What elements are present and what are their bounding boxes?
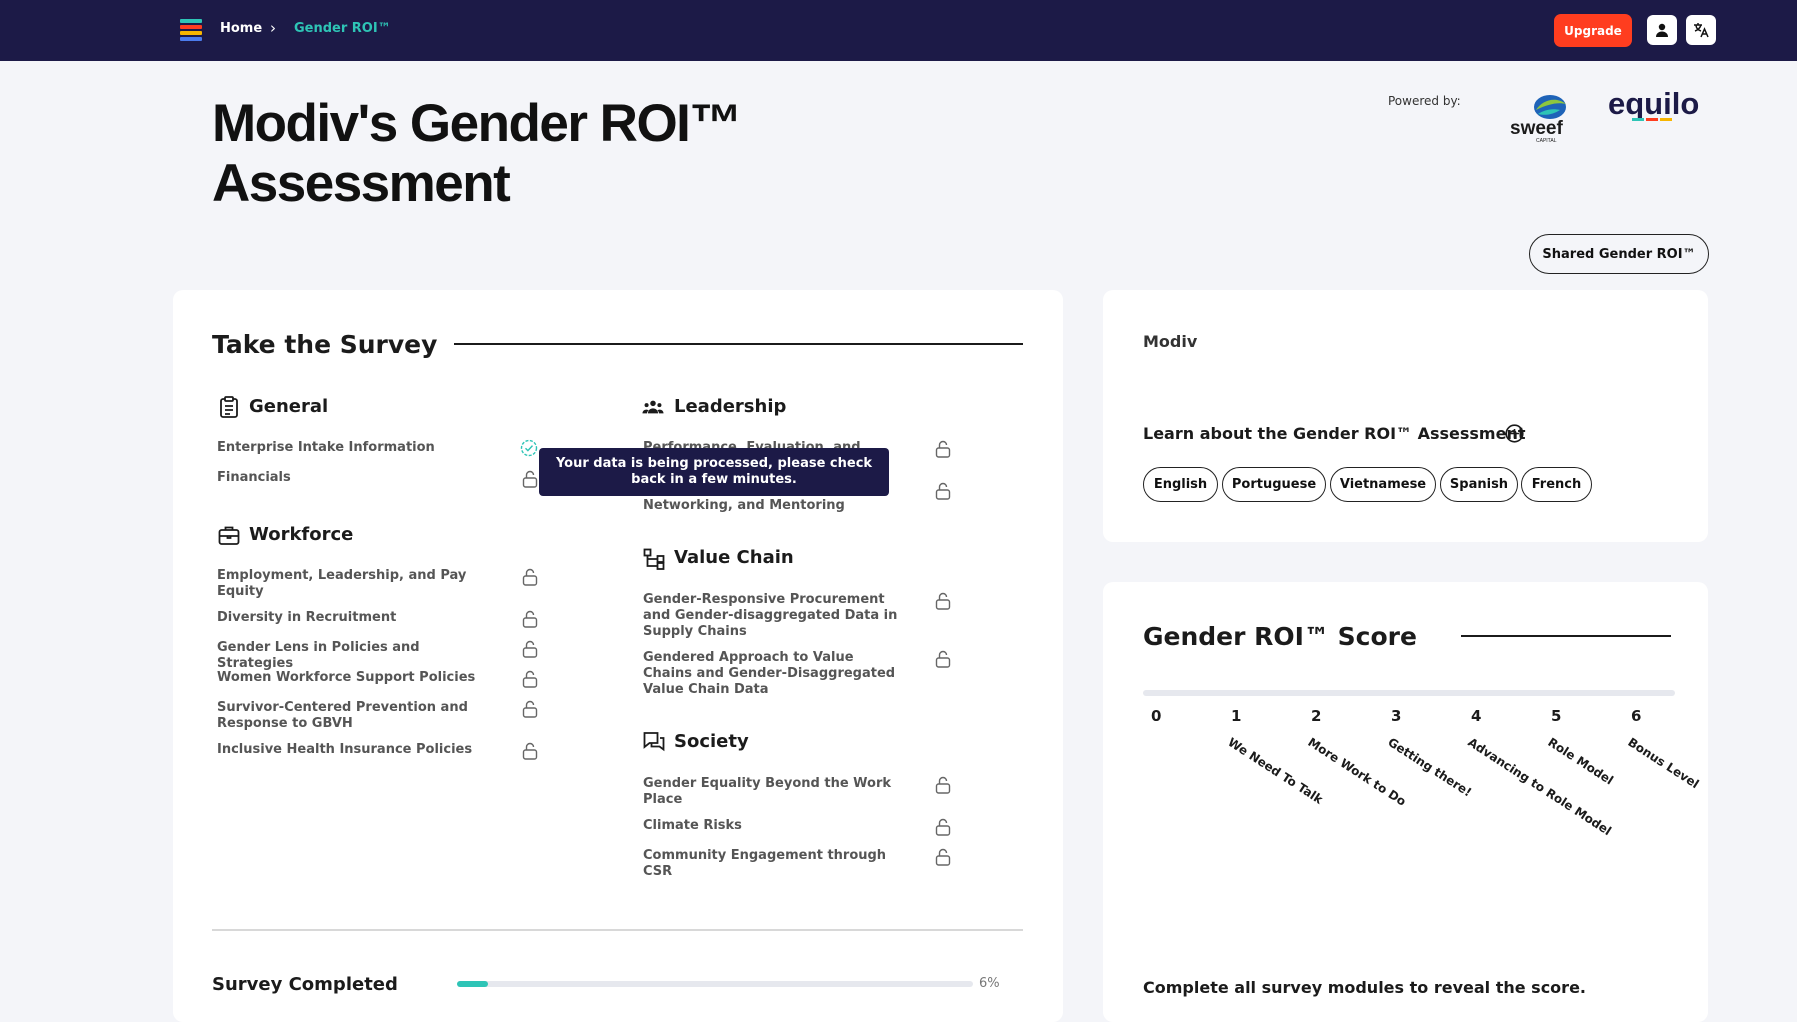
lock-icon <box>935 592 951 610</box>
hierarchy-icon <box>643 548 665 570</box>
lock-icon <box>522 700 538 718</box>
company-name: Modiv <box>1143 332 1198 351</box>
score-level-3: 3 <box>1391 707 1402 725</box>
score-level-2: 2 <box>1311 707 1322 725</box>
company-card: Modiv Learn about the Gender ROI™ Assess… <box>1103 290 1708 542</box>
score-card: Gender ROI™ Score 0 1 2 3 4 5 6 We Need … <box>1103 582 1708 1022</box>
survey-item-survivor-centered-prevention[interactable]: Survivor-Centered Prevention and Respons… <box>217 700 477 732</box>
svg-text:sweef: sweef <box>1510 118 1563 139</box>
survey-completed-label: Survey Completed <box>212 974 398 995</box>
language-french-button[interactable]: French <box>1521 467 1592 502</box>
score-scale-track <box>1143 690 1675 696</box>
survey-item-employment-leadership-pay[interactable]: Employment, Leadership, and Pay Equity <box>217 568 477 600</box>
user-icon[interactable] <box>1647 15 1677 45</box>
breadcrumb-current[interactable]: Gender ROI™ <box>294 21 391 36</box>
survey-item-gendered-approach-value-chains[interactable]: Gendered Approach to Value Chains and Ge… <box>643 650 903 698</box>
survey-item-gender-responsive-procurement[interactable]: Gender-Responsive Procurement and Gender… <box>643 592 903 640</box>
language-english-button[interactable]: English <box>1143 467 1218 502</box>
score-level-4: 4 <box>1471 707 1482 725</box>
svg-text:CAPITAL: CAPITAL <box>1536 138 1557 144</box>
page-title: Modiv's Gender ROI™ Assessment <box>212 94 742 213</box>
upgrade-button[interactable]: Upgrade <box>1554 14 1632 47</box>
survey-progress-percent: 6% <box>979 976 1000 991</box>
lock-icon <box>522 610 538 628</box>
survey-item-women-workforce-support[interactable]: Women Workforce Support Policies <box>217 670 497 686</box>
survey-title: Take the Survey <box>212 330 438 359</box>
category-workforce-title: Workforce <box>249 524 354 545</box>
plus-circle-icon[interactable] <box>1505 424 1524 443</box>
survey-divider <box>212 929 1023 931</box>
survey-item-community-engagement-csr[interactable]: Community Engagement through CSR <box>643 848 903 880</box>
survey-progress-fill <box>457 981 488 987</box>
survey-item-financials[interactable]: Financials <box>217 470 477 486</box>
score-level-0: 0 <box>1151 707 1162 725</box>
app-logo[interactable] <box>180 19 202 41</box>
lock-icon <box>935 440 951 458</box>
survey-progress-bar <box>457 981 973 987</box>
score-level-5: 5 <box>1551 707 1562 725</box>
survey-item-networking-mentoring[interactable]: Networking, and Mentoring <box>643 498 903 514</box>
score-title-rule <box>1461 635 1671 637</box>
survey-item-inclusive-health-insurance[interactable]: Inclusive Health Insurance Policies <box>217 742 497 758</box>
language-spanish-button[interactable]: Spanish <box>1440 467 1518 502</box>
svg-text:equilo: equilo <box>1608 88 1699 121</box>
chevron-right-icon: › <box>270 19 276 37</box>
title-rule <box>454 343 1023 345</box>
category-society-title: Society <box>674 731 749 752</box>
top-nav-bar: Home › Gender ROI™ Upgrade <box>0 0 1797 61</box>
lock-icon <box>522 670 538 688</box>
survey-item-gender-lens-policies[interactable]: Gender Lens in Policies and Strategies <box>217 640 497 672</box>
survey-item-diversity-recruitment[interactable]: Diversity in Recruitment <box>217 610 477 626</box>
check-circle-icon <box>520 439 538 457</box>
survey-item-climate-risks[interactable]: Climate Risks <box>643 818 903 834</box>
equilo-logo: equilo <box>1608 88 1699 121</box>
lock-icon <box>935 776 951 794</box>
translate-icon[interactable] <box>1686 15 1716 45</box>
clipboard-icon <box>220 396 238 418</box>
lock-icon <box>522 742 538 760</box>
lock-icon <box>522 640 538 658</box>
score-note: Complete all survey modules to reveal th… <box>1143 978 1586 997</box>
score-level-6-label: Bonus Level <box>1625 735 1702 792</box>
lock-icon <box>935 848 951 866</box>
score-level-4-label: Advancing to Role Model <box>1465 735 1614 839</box>
survey-item-enterprise-intake[interactable]: Enterprise Intake Information <box>217 440 477 456</box>
language-vietnamese-button[interactable]: Vietnamese <box>1330 467 1436 502</box>
category-general-title: General <box>249 396 329 417</box>
score-title: Gender ROI™ Score <box>1143 622 1417 651</box>
processing-tooltip: Your data is being processed, please che… <box>539 448 889 496</box>
category-leadership-title: Leadership <box>674 396 787 417</box>
powered-by-label: Powered by: <box>1388 94 1461 108</box>
sweef-capital-logo: sweef CAPITAL <box>1510 95 1566 144</box>
language-portuguese-button[interactable]: Portuguese <box>1222 467 1326 502</box>
lock-icon <box>935 482 951 500</box>
lock-icon <box>522 470 538 488</box>
lock-icon <box>935 818 951 836</box>
lock-icon <box>522 568 538 586</box>
score-level-5-label: Role Model <box>1545 735 1616 788</box>
people-icon <box>642 400 664 414</box>
score-level-6: 6 <box>1631 707 1642 725</box>
shared-gender-roi-button[interactable]: Shared Gender ROI™ <box>1529 234 1709 274</box>
chat-icon <box>643 732 665 752</box>
score-level-1: 1 <box>1231 707 1242 725</box>
breadcrumb-home[interactable]: Home <box>220 21 262 36</box>
category-value-chain-title: Value Chain <box>674 547 794 568</box>
learn-about-title[interactable]: Learn about the Gender ROI™ Assessment <box>1143 424 1525 443</box>
briefcase-icon <box>218 526 240 545</box>
lock-icon <box>935 650 951 668</box>
survey-card: Take the Survey General Enterprise Intak… <box>173 290 1063 1022</box>
survey-item-gender-equality-beyond[interactable]: Gender Equality Beyond the Work Place <box>643 776 903 808</box>
